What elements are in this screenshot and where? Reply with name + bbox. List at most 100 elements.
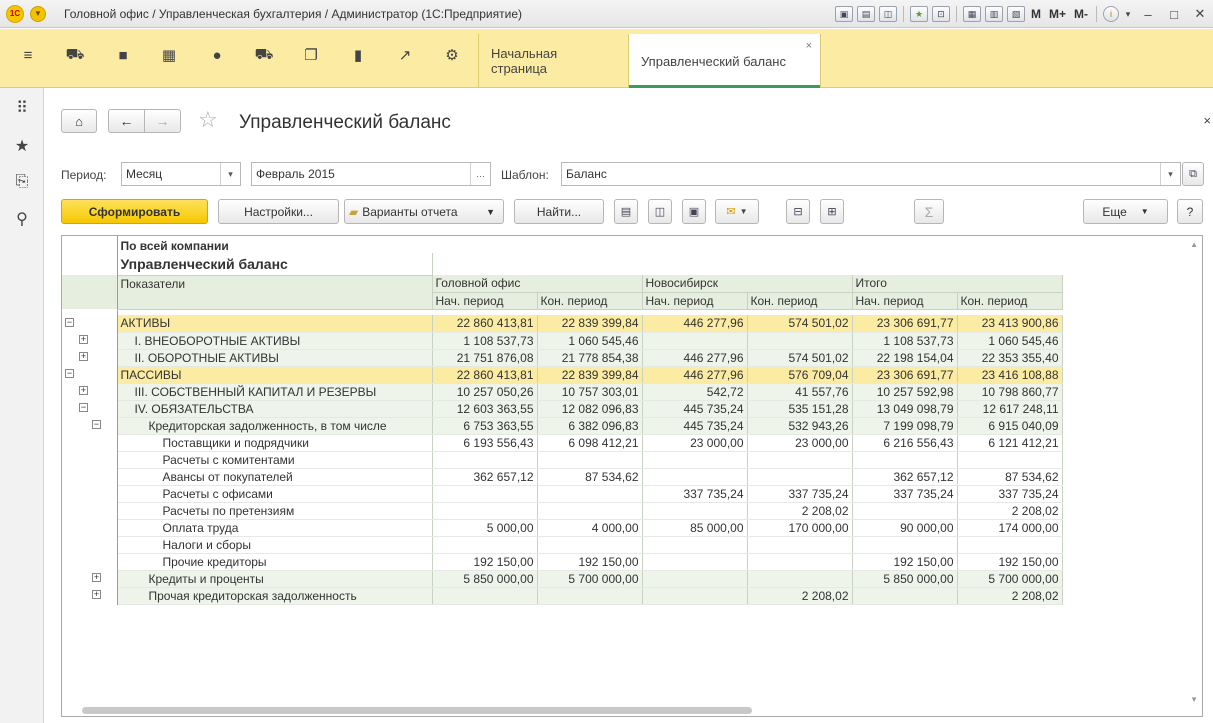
collapse-icon[interactable]: −	[65, 318, 74, 327]
help-button[interactable]: ?	[1177, 199, 1203, 224]
favorite-star-icon[interactable]: ☆	[198, 107, 218, 133]
value-cell: 1 108 537,73	[852, 332, 958, 350]
expand-icon[interactable]: +	[92, 573, 101, 582]
main-menu-icon[interactable]: ▼	[30, 5, 46, 22]
maximize-button[interactable]: □	[1161, 3, 1187, 25]
cart-icon[interactable]: ⛟	[64, 44, 86, 66]
settings-button[interactable]: Настройки...	[218, 199, 339, 224]
link-icon[interactable]: ⊡	[931, 6, 950, 22]
value-cell	[432, 485, 538, 503]
chevron-down-icon[interactable]: ▾	[220, 163, 240, 185]
tree-gutter	[62, 451, 118, 468]
value-cell: 22 860 413,81	[432, 315, 538, 333]
tab-home[interactable]: Начальная страница	[478, 34, 628, 88]
value-cell: 174 000,00	[957, 519, 1063, 537]
horizontal-scrollbar[interactable]	[82, 707, 752, 714]
bar-chart-icon[interactable]: ▮	[347, 44, 369, 66]
ruble-icon[interactable]: ●	[206, 44, 228, 66]
open-template-button[interactable]: ⧉	[1182, 162, 1204, 186]
value-cell	[642, 332, 748, 350]
chevron-down-icon[interactable]: ▾	[1121, 3, 1135, 25]
search-icon[interactable]: ⚲	[11, 208, 33, 230]
tree-gutter: +	[62, 383, 118, 400]
print-preview-button[interactable]: ◫	[648, 199, 672, 224]
tab-balance[interactable]: Управленческий баланс ×	[628, 34, 821, 88]
value-cell	[747, 468, 853, 486]
title-toolbar: ▣ ▤ ◫ ★ ⊡ ▦ ▥ ▧ M M+ M- i ▾ – □ ✕	[833, 0, 1213, 28]
toolbar-separator	[955, 6, 957, 22]
value-cell: 87 534,62	[957, 468, 1063, 486]
chevron-down-icon: ▼	[739, 207, 748, 216]
left-panel: ⠿ ★ ⎘ ⚲	[0, 88, 44, 723]
bag-icon[interactable]: ■	[112, 44, 134, 66]
period-value-field[interactable]: Февраль 2015 …	[251, 162, 491, 186]
menu-icon[interactable]: ≡	[17, 44, 39, 66]
row-label: Расчеты по претензиям	[117, 502, 433, 520]
favorites-icon[interactable]: ★	[909, 6, 928, 22]
scroll-down-icon[interactable]: ▼	[1190, 695, 1198, 704]
back-button[interactable]: ←	[108, 109, 145, 133]
calculator-icon[interactable]: ▦	[962, 6, 981, 22]
preview-icon[interactable]: ◫	[878, 6, 897, 22]
print-icon[interactable]: ▤	[856, 6, 875, 22]
history-icon[interactable]: ⎘	[11, 171, 33, 193]
tree-gutter	[62, 434, 118, 451]
expand-icon[interactable]: +	[79, 386, 88, 395]
save-button[interactable]: ▣	[682, 199, 706, 224]
sum-button[interactable]: Σ	[914, 199, 944, 224]
chevron-down-icon[interactable]: ▾	[1160, 163, 1180, 185]
value-cell: 574 501,02	[747, 315, 853, 333]
apps-grid-icon[interactable]: ⠿	[11, 97, 33, 119]
home-button[interactable]: ⌂	[61, 109, 97, 133]
find-button[interactable]: Найти...	[514, 199, 604, 224]
report-body: − АКТИВЫ 22 860 413,81 22 839 399,84 446 277…	[62, 315, 1063, 605]
select-period-button[interactable]: …	[470, 163, 490, 185]
memory-plus-button[interactable]: M+	[1049, 7, 1066, 21]
chevron-down-icon: ▼	[1140, 207, 1149, 216]
scroll-up-icon[interactable]: ▲	[1190, 240, 1198, 249]
clipboard-icon[interactable]: ▧	[1006, 6, 1025, 22]
truck-icon[interactable]: ⛟	[253, 44, 275, 66]
calendar-icon[interactable]: ▥	[984, 6, 1003, 22]
template-select[interactable]: Баланс ▾	[561, 162, 1181, 186]
tree-gutter: +	[62, 570, 118, 587]
collapse-icon[interactable]: −	[92, 420, 101, 429]
close-tab-icon[interactable]: ×	[806, 40, 812, 52]
row-label: ПАССИВЫ	[117, 366, 433, 384]
trend-icon[interactable]: ↗	[394, 44, 416, 66]
row-label: Прочая кредиторская задолженность	[117, 587, 433, 605]
expand-icon[interactable]: +	[79, 352, 88, 361]
value-cell: 12 603 363,55	[432, 400, 538, 418]
expand-icon[interactable]: +	[92, 590, 101, 599]
memory-button[interactable]: M	[1031, 7, 1041, 21]
collapse-icon[interactable]: −	[65, 369, 74, 378]
more-button[interactable]: Еще ▼	[1083, 199, 1168, 224]
close-window-button[interactable]: ✕	[1187, 3, 1213, 25]
memory-minus-button[interactable]: M-	[1074, 7, 1088, 21]
report-spreadsheet[interactable]: По всей компании Управленческий баланс П…	[61, 235, 1203, 717]
value-cell: 542,72	[642, 383, 748, 401]
generate-button[interactable]: Сформировать	[61, 199, 208, 224]
column-group-total: Итого	[852, 275, 1063, 293]
close-form-icon[interactable]: ×	[1203, 113, 1211, 128]
grid-icon[interactable]: ▦	[158, 44, 180, 66]
info-icon[interactable]: i	[1103, 6, 1119, 22]
value-cell	[432, 536, 538, 554]
collapse-icon[interactable]: −	[79, 403, 88, 412]
print-button[interactable]: ▤	[614, 199, 638, 224]
send-email-button[interactable]: ✉ ▼	[715, 199, 759, 224]
value-cell: 1 060 545,46	[957, 332, 1063, 350]
star-icon[interactable]: ★	[11, 135, 33, 157]
period-label: Период:	[61, 168, 107, 182]
period-type-select[interactable]: Месяц ▾	[121, 162, 241, 186]
report-variants-button[interactable]: ▰ Варианты отчета ▼	[344, 199, 504, 224]
save-icon[interactable]: ▣	[834, 6, 853, 22]
expand-icon[interactable]: +	[79, 335, 88, 344]
documents-icon[interactable]: ❐	[300, 44, 322, 66]
collapse-groups-button[interactable]: ⊟	[786, 199, 810, 224]
minimize-button[interactable]: –	[1135, 3, 1161, 25]
tree-gutter	[62, 519, 118, 536]
expand-groups-button[interactable]: ⊞	[820, 199, 844, 224]
forward-button[interactable]: →	[144, 109, 181, 133]
gear-icon[interactable]: ⚙	[441, 44, 463, 66]
